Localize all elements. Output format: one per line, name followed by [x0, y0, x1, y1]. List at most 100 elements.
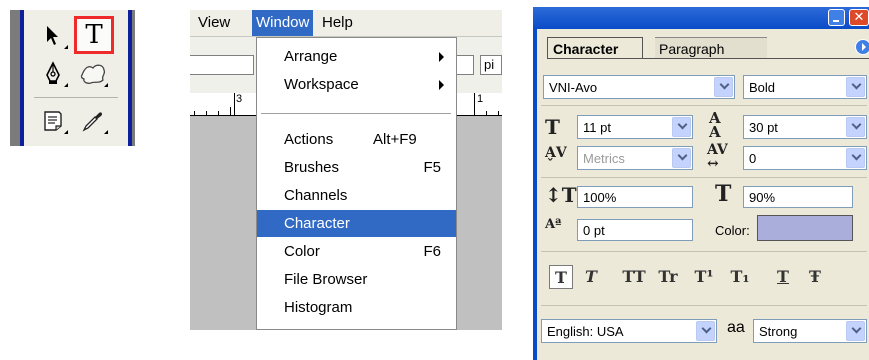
antialias-value: Strong — [759, 324, 798, 339]
submenu-arrow-icon — [439, 52, 444, 62]
type-t-icon: T — [85, 20, 103, 50]
menu-item-actions[interactable]: Actions Alt+F9 — [257, 126, 456, 153]
notes-tool[interactable] — [34, 103, 72, 139]
menu-item-color-shortcut: F6 — [423, 243, 441, 260]
palette-separator — [541, 105, 867, 106]
leading-select[interactable]: 30 pt — [743, 115, 867, 139]
menu-item-channels[interactable]: Channels — [257, 182, 456, 209]
font-size-value: 11 pt — [583, 120, 611, 135]
notes-icon — [44, 111, 62, 131]
dropdown-arrow-icon[interactable] — [846, 77, 865, 97]
kerning-select[interactable]: Metrics — [577, 146, 693, 170]
menu-item-histogram[interactable]: Histogram — [257, 294, 456, 321]
menu-item-file-browser[interactable]: File Browser — [257, 266, 456, 293]
menu-help[interactable]: Help — [322, 14, 353, 31]
small-caps-button[interactable]: Tr — [653, 265, 683, 289]
toolbox: T — [10, 10, 135, 146]
options-unit-field[interactable]: pi — [480, 55, 502, 75]
menu-item-arrange[interactable]: Arrange — [257, 43, 456, 70]
kerning-value: Metrics — [583, 151, 625, 166]
antialias-icon: aa — [727, 319, 745, 336]
color-label: Color: — [715, 223, 750, 238]
underline-button[interactable]: T — [771, 265, 795, 289]
close-button[interactable]: ✕ — [849, 9, 869, 26]
kerning-icon: A̬V — [545, 145, 567, 161]
menu-item-brushes-shortcut: F5 — [423, 159, 441, 176]
toolbox-border-right — [128, 10, 132, 146]
text-color-swatch[interactable] — [757, 215, 853, 241]
vertical-scale-field[interactable]: 100% — [577, 186, 693, 208]
character-palette: ✕ Character Paragraph VNI-Avo Bold T 11 … — [533, 7, 869, 360]
submenu-arrow-icon — [439, 80, 444, 90]
leading-icon: AA — [709, 109, 721, 141]
font-size-icon: T — [545, 115, 560, 139]
tracking-select[interactable]: 0 — [743, 146, 867, 170]
custom-shape-icon — [80, 64, 106, 84]
pen-tool[interactable] — [34, 56, 72, 92]
toolbox-separator — [34, 97, 118, 98]
menu-item-channels-label: Channels — [284, 187, 348, 204]
menu-item-color-label: Color — [284, 243, 320, 260]
type-tool[interactable]: T — [74, 16, 114, 54]
dropdown-arrow-icon[interactable] — [696, 321, 715, 341]
palette-separator — [541, 251, 867, 252]
menu-item-file-browser-label: File Browser — [284, 271, 368, 288]
menu-item-workspace[interactable]: Workspace — [257, 71, 456, 98]
font-style-select[interactable]: Bold — [743, 75, 867, 99]
leading-value: 30 pt — [749, 120, 778, 135]
all-caps-button[interactable]: TT — [617, 265, 651, 289]
menu-separator — [261, 113, 451, 114]
move-tool[interactable] — [34, 18, 72, 54]
options-field-left[interactable] — [190, 55, 254, 75]
custom-shape-tool[interactable] — [74, 56, 112, 92]
tab-character[interactable]: Character — [547, 37, 643, 59]
horizontal-scale-field[interactable]: 90% — [743, 186, 853, 208]
dropdown-arrow-icon[interactable] — [672, 117, 691, 137]
options-field-small[interactable] — [456, 55, 474, 75]
strikethrough-button[interactable]: Ŧ — [803, 265, 827, 289]
font-size-select[interactable]: 11 pt — [577, 115, 693, 139]
baseline-shift-icon: Aª — [545, 217, 562, 232]
dropdown-arrow-icon[interactable] — [714, 77, 733, 97]
font-style-value: Bold — [749, 80, 776, 95]
antialias-select[interactable]: Strong — [753, 319, 867, 343]
baseline-shift-field[interactable]: 0 pt — [577, 219, 693, 241]
dropdown-arrow-icon[interactable] — [672, 148, 691, 168]
faux-bold-button[interactable]: T — [549, 265, 573, 289]
menu-item-character[interactable]: Character — [257, 210, 456, 237]
dropdown-arrow-icon[interactable] — [846, 117, 865, 137]
superscript-button[interactable]: T¹ — [689, 265, 719, 289]
tracking-value: 0 — [749, 151, 757, 166]
language-select[interactable]: English: USA — [541, 319, 717, 343]
ruler-number-right: 1 — [477, 93, 484, 105]
menu-view[interactable]: View — [198, 14, 230, 31]
eyedropper-tool[interactable] — [74, 103, 112, 139]
font-family-value: VNI-Avo — [549, 80, 598, 95]
subscript-button[interactable]: T₁ — [725, 265, 755, 289]
font-family-select[interactable]: VNI-Avo — [543, 75, 735, 99]
minimize-button[interactable] — [828, 9, 845, 26]
ruler-number-left: 3 — [236, 93, 243, 105]
menu-item-brushes[interactable]: Brushes F5 — [257, 154, 456, 181]
vertical-scale-icon: ↕T — [545, 183, 577, 207]
vertical-scale-value: 100% — [583, 190, 617, 205]
faux-italic-button[interactable]: T — [579, 265, 603, 289]
menu-item-arrange-label: Arrange — [284, 48, 338, 65]
window-menu-dropdown: Arrange Workspace Actions Alt+F9 Brushes… — [256, 37, 457, 330]
menu-item-color[interactable]: Color F6 — [257, 238, 456, 265]
move-arrow-icon — [47, 26, 58, 45]
dropdown-arrow-icon[interactable] — [846, 148, 865, 168]
palette-titlebar[interactable]: ✕ — [533, 7, 869, 29]
palette-separator — [541, 305, 867, 306]
menu-item-character-label: Character — [284, 215, 350, 232]
language-value: English: USA — [547, 324, 624, 339]
menu-item-brushes-label: Brushes — [284, 159, 340, 176]
menu-window[interactable]: Window — [252, 10, 314, 36]
palette-menu-arrow-icon[interactable] — [855, 39, 869, 55]
pen-icon — [46, 61, 60, 84]
dropdown-arrow-icon[interactable] — [846, 321, 865, 341]
tab-underline — [547, 58, 869, 59]
baseline-shift-value: 0 pt — [583, 223, 605, 238]
tab-paragraph[interactable]: Paragraph — [655, 37, 767, 59]
menu-item-actions-shortcut: Alt+F9 — [373, 131, 417, 148]
